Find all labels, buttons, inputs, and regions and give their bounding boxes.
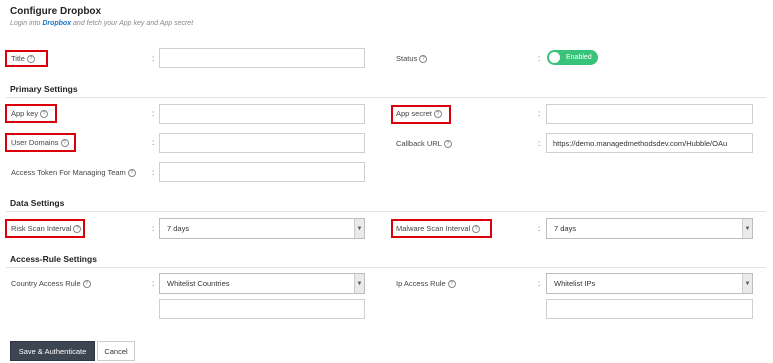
question-circle-icon: ?: [73, 224, 82, 233]
title-label-text: Title: [11, 54, 25, 63]
access-token-label: Access Token For Managing Team?: [11, 168, 136, 177]
title-label: Title?: [11, 54, 35, 63]
status-label: Status?: [396, 54, 428, 63]
question-circle-icon: ?: [26, 54, 35, 63]
app-secret-input[interactable]: [546, 104, 753, 124]
page-title: Configure Dropbox: [10, 6, 102, 17]
ip-access-select[interactable]: Whitelist IPs ▼: [546, 273, 753, 294]
malware-scan-label-text: Malware Scan Interval: [396, 224, 471, 233]
colon: :: [152, 109, 155, 118]
subtitle-suffix: and fetch your App key and App secret: [71, 20, 194, 27]
colon: :: [538, 279, 541, 288]
app-key-label-text: App key: [11, 109, 39, 118]
country-access-label: Country Access Rule?: [11, 279, 91, 288]
title-input[interactable]: [159, 48, 365, 68]
app-key-label: App key?: [11, 109, 49, 118]
divider: [6, 267, 766, 268]
question-circle-icon: ?: [433, 109, 442, 118]
ip-access-input[interactable]: [546, 299, 753, 319]
section-data-settings: Data Settings: [10, 198, 65, 208]
ip-access-selected: Whitelist IPs: [554, 279, 596, 288]
country-access-select[interactable]: Whitelist Countries ▼: [159, 273, 365, 294]
question-circle-icon: ?: [419, 54, 428, 63]
colon: :: [152, 54, 155, 63]
access-token-label-text: Access Token For Managing Team: [11, 168, 126, 177]
callback-url-label: Callback URL?: [396, 139, 452, 148]
colon: :: [152, 168, 155, 177]
divider: [6, 97, 766, 98]
callback-url-input[interactable]: https://demo.managedmethodsdev.com/Hubbl…: [546, 133, 753, 153]
cancel-button[interactable]: Cancel: [97, 341, 135, 361]
question-circle-icon: ?: [447, 279, 456, 288]
question-circle-icon: ?: [127, 168, 136, 177]
user-domains-label: User Domains?: [11, 138, 69, 147]
page-subtitle: Login into Dropbox and fetch your App ke…: [10, 20, 193, 27]
malware-scan-select[interactable]: 7 days ▼: [546, 218, 753, 239]
colon: :: [152, 279, 155, 288]
status-toggle[interactable]: Enabled: [547, 50, 598, 65]
risk-scan-select[interactable]: 7 days ▼: [159, 218, 365, 239]
subtitle-prefix: Login into: [10, 20, 43, 27]
question-circle-icon: ?: [60, 138, 69, 147]
section-access-rule-settings: Access-Rule Settings: [10, 254, 97, 264]
risk-scan-selected: 7 days: [167, 224, 190, 233]
user-domains-input[interactable]: [159, 133, 365, 153]
caret-down-icon[interactable]: ▼: [354, 219, 364, 238]
colon: :: [152, 224, 155, 233]
user-domains-label-text: User Domains: [11, 138, 59, 147]
dropbox-link[interactable]: Dropbox: [42, 20, 71, 27]
save-authenticate-button[interactable]: Save & Authenticate: [10, 341, 95, 361]
status-label-text: Status: [396, 54, 418, 63]
question-circle-icon: ?: [472, 224, 481, 233]
country-access-label-text: Country Access Rule: [11, 279, 81, 288]
colon: :: [538, 54, 541, 63]
divider: [6, 211, 766, 212]
malware-scan-label: Malware Scan Interval?: [396, 224, 481, 233]
caret-down-icon[interactable]: ▼: [742, 219, 752, 238]
colon: :: [538, 109, 541, 118]
question-circle-icon: ?: [40, 109, 49, 118]
toggle-label: Enabled: [566, 54, 592, 61]
risk-scan-label-text: Risk Scan Interval: [11, 224, 72, 233]
question-circle-icon: ?: [443, 139, 452, 148]
caret-down-icon[interactable]: ▼: [354, 274, 364, 293]
ip-access-label-text: Ip Access Rule: [396, 279, 446, 288]
risk-scan-label: Risk Scan Interval?: [11, 224, 82, 233]
caret-down-icon[interactable]: ▼: [742, 274, 752, 293]
app-key-input[interactable]: [159, 104, 365, 124]
access-token-input[interactable]: [159, 162, 365, 182]
colon: :: [538, 224, 541, 233]
callback-url-label-text: Callback URL: [396, 139, 442, 148]
ip-access-label: Ip Access Rule?: [396, 279, 456, 288]
colon: :: [152, 138, 155, 147]
app-secret-label: App secret?: [396, 109, 442, 118]
app-secret-label-text: App secret: [396, 109, 432, 118]
country-access-input[interactable]: [159, 299, 365, 319]
malware-scan-selected: 7 days: [554, 224, 577, 233]
toggle-knob: [549, 52, 560, 63]
section-primary-settings: Primary Settings: [10, 84, 78, 94]
question-circle-icon: ?: [82, 279, 91, 288]
country-access-selected: Whitelist Countries: [167, 279, 230, 288]
colon: :: [538, 139, 541, 148]
